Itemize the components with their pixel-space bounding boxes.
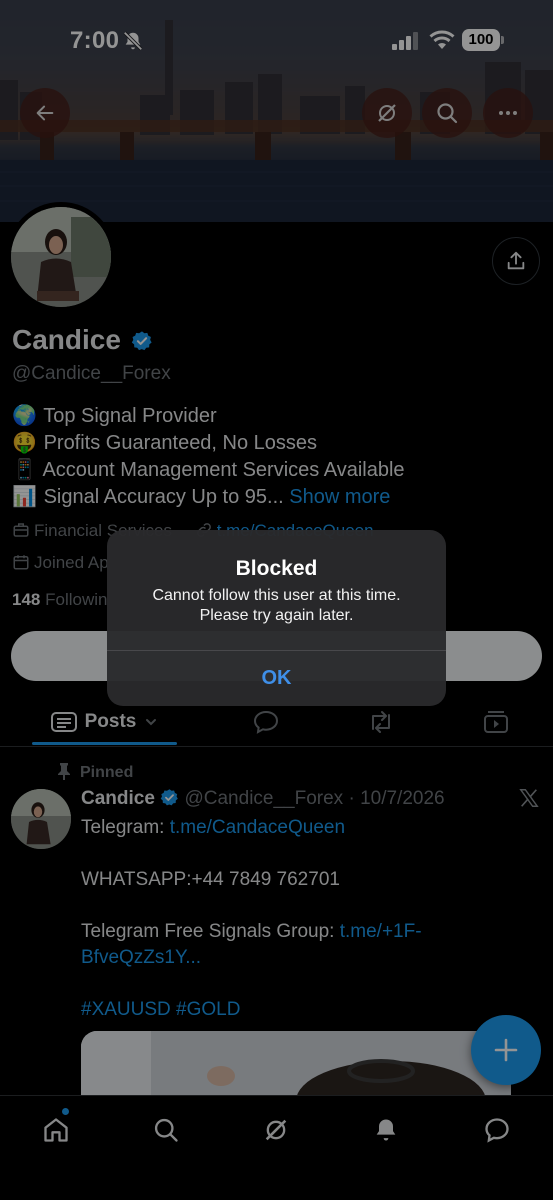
profile-screen: 7:00 100 Candice @Candice__Forex 🌍 Top S… <box>0 0 553 1200</box>
alert-message-line: Cannot follow this user at this time. <box>152 587 401 604</box>
alert-ok-button[interactable]: OK <box>107 651 446 706</box>
blocked-alert-dialog: Blocked Cannot follow this user at this … <box>107 530 446 706</box>
alert-message: Cannot follow this user at this time. Pl… <box>127 586 426 626</box>
alert-message-line: Please try again later. <box>199 607 354 624</box>
alert-title: Blocked <box>235 557 318 580</box>
